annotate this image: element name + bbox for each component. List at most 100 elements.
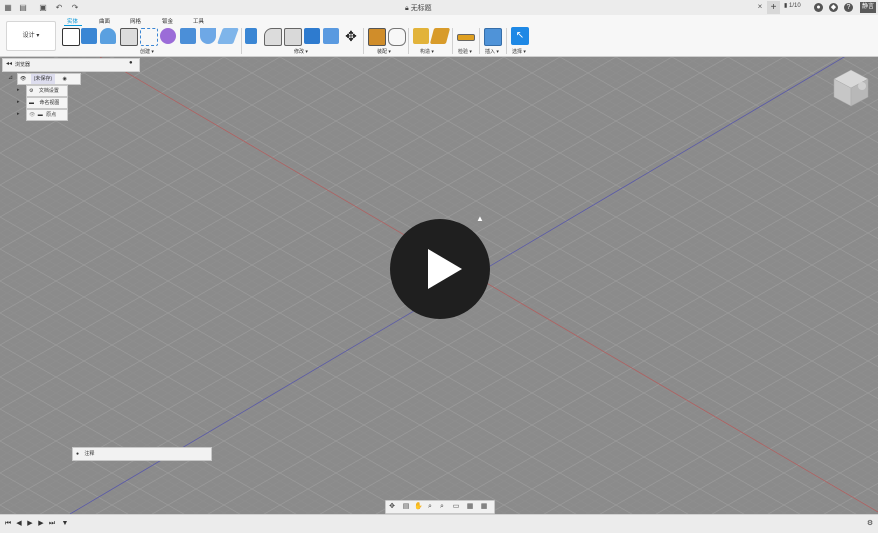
browser-item-origin[interactable]: 👁︎ ▬ 原点 (26, 109, 68, 121)
joint-icon[interactable] (388, 28, 406, 46)
job-status[interactable]: ▮ 1/10 (784, 2, 801, 13)
jobs-icon: ▮ (784, 3, 788, 9)
fillet-icon[interactable] (200, 28, 216, 44)
comments-panel[interactable]: ● 注释 (72, 447, 212, 461)
display-icon[interactable]: ▭ (452, 503, 460, 511)
next-icon[interactable]: ▶ (37, 520, 45, 528)
folder-icon: ▬ (29, 100, 34, 106)
play-icon[interactable]: ▶ (26, 520, 34, 528)
divider (363, 28, 364, 54)
scale-icon[interactable] (323, 28, 339, 44)
eye-icon[interactable]: 👁︎ (29, 112, 35, 118)
pattern-icon[interactable] (140, 28, 158, 46)
extrude-icon[interactable] (81, 28, 97, 44)
ribbon: 设计 ▾ 实体 曲面 网格 钣金 工具 创建 ▾ ✥ 修改 ▾ 装配 ▾ 构造 … (0, 15, 878, 57)
document-title: 🔒︎ 无标题 (405, 5, 432, 12)
form-icon[interactable] (160, 28, 176, 44)
split-icon[interactable] (304, 28, 320, 44)
sketch-icon[interactable] (62, 28, 80, 46)
marker-icon[interactable]: ▼ (61, 520, 69, 528)
divider (452, 28, 453, 54)
divider (241, 28, 242, 54)
plane-at-angle-icon[interactable] (429, 28, 451, 44)
redo-icon[interactable]: ↷ (70, 2, 80, 12)
orbit-icon[interactable]: ✥ (388, 503, 396, 511)
divider (408, 28, 409, 54)
close-icon[interactable]: × (755, 2, 765, 13)
modify-extrude-icon[interactable] (245, 28, 257, 44)
avatar[interactable]: 静言 (860, 2, 876, 13)
shell-icon[interactable] (217, 28, 239, 44)
combine-icon[interactable] (284, 28, 302, 46)
select-icon[interactable]: ↖ (511, 27, 529, 45)
chamfer-icon[interactable] (264, 28, 282, 46)
revolve-icon[interactable] (100, 28, 116, 44)
timeline: ⏮ ◀ ▶ ▶ ⏭ ▼ ⚙ (0, 514, 878, 533)
navigation-bar: ✥ ▤ ✋ ⌕ ⌕ ▭ ▦ ▦ (385, 500, 495, 514)
divider (506, 28, 507, 54)
lock-icon: 🔒︎ (405, 5, 409, 12)
new-component-icon[interactable] (368, 28, 386, 46)
eye-icon[interactable]: 👁︎ (20, 76, 26, 82)
gear-icon: ⚙ (29, 88, 34, 94)
tab-tools[interactable]: 工具 (193, 17, 204, 25)
browser-root[interactable]: 👁︎ (未保存) ◉ (17, 73, 81, 85)
grid-icon[interactable]: ▦ (466, 503, 474, 511)
group-construct[interactable]: 构造 ▾ (420, 48, 434, 55)
pan-icon[interactable]: ✋ (414, 503, 423, 511)
browser-item-document-settings[interactable]: ⚙ 文档设置 (26, 85, 68, 97)
expand-icon[interactable]: ⊿ (8, 74, 13, 81)
hole-icon[interactable] (120, 28, 138, 46)
look-at-icon[interactable]: ▤ (402, 503, 410, 511)
play-icon (428, 249, 462, 289)
prev-icon[interactable]: ◀ (15, 520, 23, 528)
press-pull-icon[interactable] (180, 28, 196, 44)
first-icon[interactable]: ⏮ (4, 520, 12, 528)
move-icon[interactable]: ✥ (343, 28, 359, 44)
measure-icon[interactable] (457, 34, 475, 41)
group-assemble[interactable]: 装配 ▾ (377, 48, 391, 55)
tab-mesh[interactable]: 网格 (130, 17, 141, 25)
insert-image-icon[interactable] (484, 28, 502, 46)
workspace-selector[interactable]: 设计 ▾ (6, 21, 56, 51)
title-bar: ▦ ▤ ▣ ↶ ↷ 🔒︎ 无标题 × + ▮ 1/10 ● ◆ ? 静言 (0, 0, 878, 16)
browser-panel: ◂◂ 浏览器 ● (2, 58, 140, 72)
settings-icon[interactable]: ⚙ (866, 520, 874, 528)
browser-item-named-views[interactable]: ▬ 命名视图 (26, 97, 68, 109)
group-insert[interactable]: 插入 ▾ (485, 48, 499, 55)
tab-sheet-metal[interactable]: 钣金 (162, 17, 173, 25)
activate-icon[interactable]: ◉ (62, 76, 66, 82)
cursor-icon: ▲ (476, 214, 484, 223)
file-icon[interactable]: ▤ (18, 2, 28, 12)
collapse-icon[interactable]: ◂◂ (6, 60, 12, 67)
chevron-right-icon[interactable]: ▸ (17, 111, 20, 117)
folder-icon: ▬ (37, 112, 43, 118)
chevron-right-icon[interactable]: ▸ (17, 87, 20, 93)
notifications-icon[interactable]: ◆ (829, 3, 838, 12)
zoom-icon[interactable]: ⌕ (426, 503, 434, 511)
settings-icon[interactable]: ● (814, 3, 823, 12)
add-comment-icon[interactable]: ● (76, 451, 79, 457)
tab-solid[interactable]: 实体 (67, 17, 78, 25)
help-icon[interactable]: ? (844, 3, 853, 12)
plus-icon[interactable]: + (767, 1, 780, 14)
offset-plane-icon[interactable] (413, 28, 429, 44)
viewport-icon[interactable]: ▦ (480, 503, 488, 511)
last-icon[interactable]: ⏭ (48, 520, 56, 528)
home-view-icon[interactable] (858, 82, 866, 90)
group-modify[interactable]: 修改 ▾ (294, 48, 308, 55)
chevron-right-icon[interactable]: ▸ (17, 99, 20, 105)
group-select[interactable]: 选择 ▾ (512, 48, 526, 55)
divider (479, 28, 480, 54)
tab-surface[interactable]: 曲面 (99, 17, 110, 25)
pin-icon[interactable]: ● (129, 60, 133, 66)
save-icon[interactable]: ▣ (38, 2, 48, 12)
play-button[interactable] (390, 219, 490, 319)
active-tab-indicator (64, 25, 82, 26)
undo-icon[interactable]: ↶ (54, 2, 64, 12)
group-inspect[interactable]: 检验 ▾ (458, 48, 472, 55)
fit-icon[interactable]: ⌕ (438, 503, 446, 511)
browser-title: 浏览器 (15, 62, 31, 68)
grid-icon[interactable]: ▦ (3, 2, 13, 12)
group-create[interactable]: 创建 ▾ (140, 48, 154, 55)
